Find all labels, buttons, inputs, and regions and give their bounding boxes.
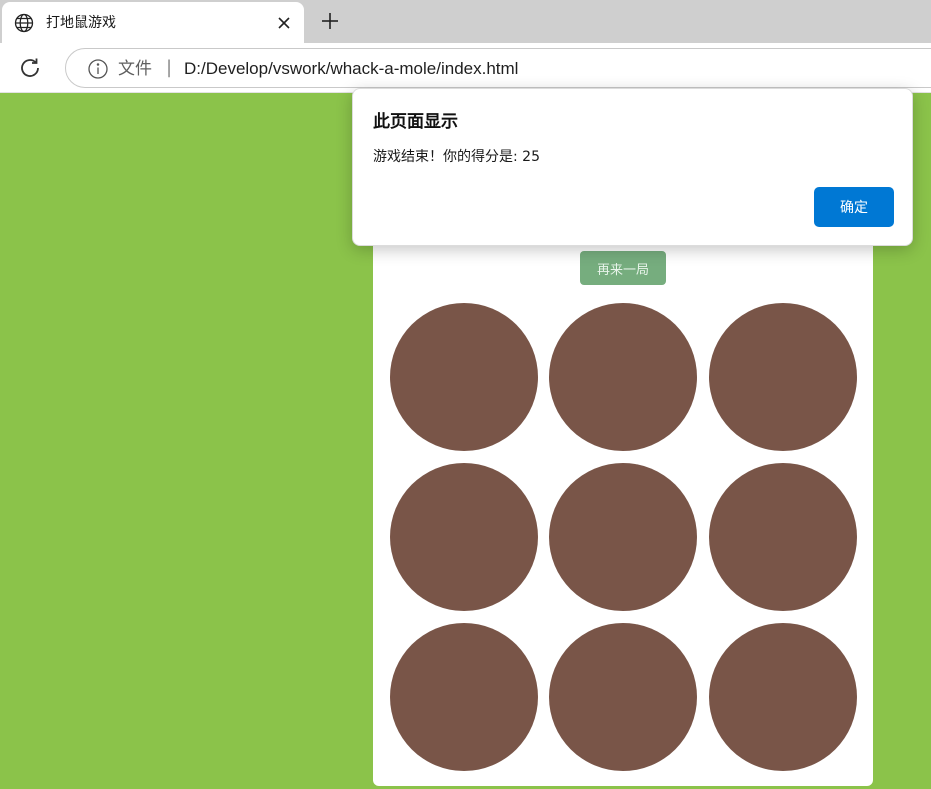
mole-hole[interactable] [390,623,538,771]
close-icon[interactable] [274,13,294,33]
mole-hole[interactable] [390,303,538,451]
mole-hole[interactable] [549,623,697,771]
url-text[interactable]: D:/Develop/vswork/whack-a-mole/index.htm… [184,58,518,80]
reload-icon[interactable] [17,55,43,81]
dialog-title: 此页面显示 [373,112,458,132]
mole-hole[interactable] [390,463,538,611]
browser-tab[interactable]: 打地鼠游戏 [2,2,304,43]
file-scheme-label: 文件 [118,59,152,79]
restart-button[interactable]: 再来一局 [580,251,666,285]
info-icon[interactable] [87,58,109,80]
address-bar[interactable]: 文件 | D:/Develop/vswork/whack-a-mole/inde… [65,48,931,88]
dialog-message: 游戏结束！你的得分是: 25 [373,149,540,165]
globe-icon [14,13,34,33]
new-tab-plus-icon[interactable] [318,9,342,33]
browser-toolbar: 文件 | D:/Develop/vswork/whack-a-mole/inde… [0,43,931,93]
mole-hole[interactable] [549,303,697,451]
mole-hole[interactable] [709,463,857,611]
ok-button[interactable]: 确定 [814,187,894,227]
mole-hole[interactable] [549,463,697,611]
mole-hole[interactable] [709,623,857,771]
tab-title: 打地鼠游戏 [46,15,116,31]
mole-hole[interactable] [709,303,857,451]
tab-strip: 打地鼠游戏 [0,0,931,43]
alert-dialog: 此页面显示 游戏结束！你的得分是: 25 确定 [352,88,913,246]
address-separator: | [166,57,173,78]
